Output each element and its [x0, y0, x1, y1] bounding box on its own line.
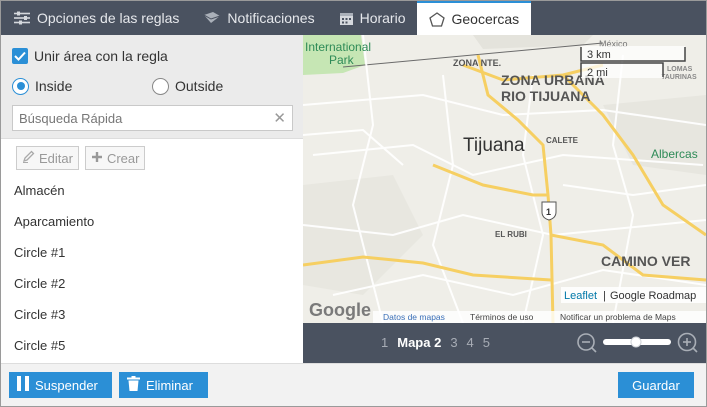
outside-option[interactable]: Outside [152, 77, 292, 95]
list-item-label: Circle #5 [14, 338, 66, 353]
page-5[interactable]: 5 [483, 335, 490, 350]
suspend-label: Suspender [35, 377, 98, 393]
map-label-zona-nte: ZONA NTE. [453, 58, 501, 68]
tab-geofences[interactable]: Geocercas [417, 1, 532, 35]
map-nav-bar: 1 Mapa 2 3 4 5 [303, 323, 706, 363]
zoom-in-icon[interactable] [677, 332, 698, 353]
page-2-current[interactable]: Mapa 2 [397, 335, 441, 350]
svg-text:Park: Park [329, 53, 355, 67]
suspend-button[interactable]: Suspender [9, 372, 112, 398]
join-area-checkbox[interactable] [12, 48, 28, 64]
list-item[interactable]: Circle #5 [1, 330, 303, 361]
list-item-label: Circle #3 [14, 307, 66, 322]
list-item[interactable]: Circle #2 [1, 268, 303, 299]
tab-label: Opciones de las reglas [37, 10, 180, 26]
terms-link[interactable]: Términos de uso [470, 312, 534, 322]
page-4[interactable]: 4 [467, 335, 474, 350]
quick-search-input[interactable] [19, 110, 274, 126]
join-area-label: Unir área con la regla [34, 48, 168, 64]
tab-label: Notificaciones [227, 10, 315, 26]
pause-icon [17, 376, 29, 394]
create-button[interactable]: Crear [84, 146, 146, 170]
map-label-rio-tijuana: RIO TIJUANA [501, 88, 590, 104]
zoom-control [575, 331, 703, 355]
list-item-label: Circle #1 [14, 245, 66, 260]
footer-bar: Suspender Eliminar Guardar [1, 363, 706, 406]
inside-label: Inside [35, 78, 73, 94]
map-pagination: 1 Mapa 2 3 4 5 [381, 335, 490, 350]
edit-label: Editar [39, 150, 73, 166]
report-problem-link[interactable]: Notificar un problema de Maps [560, 312, 676, 322]
tab-label: Horario [359, 10, 406, 26]
map-label-tijuana: Tijuana [463, 135, 525, 156]
google-roadmap-label: Google Roadmap [610, 290, 696, 302]
list-item[interactable]: Circle #3 [1, 299, 303, 330]
route-shield-icon: 1 [541, 201, 557, 221]
map-canvas[interactable]: International Park ZONA NTE. ZONA URBANA… [303, 35, 706, 323]
list-item-label: Circle #2 [14, 276, 66, 291]
mode-radio-group: Inside Outside [12, 71, 292, 101]
tab-rule-options[interactable]: Opciones de las reglas [1, 1, 191, 35]
edit-button[interactable]: Editar [16, 146, 79, 170]
geofence-toolbar: Editar Crear [1, 139, 303, 175]
save-label: Guardar [632, 377, 680, 393]
tab-label: Geocercas [451, 11, 520, 27]
plus-icon [91, 151, 103, 166]
pencil-icon [22, 150, 35, 166]
create-label: Crear [106, 150, 140, 166]
outside-radio[interactable] [152, 77, 169, 95]
tab-schedule[interactable]: Horario [327, 1, 418, 35]
geofence-list: Almacén Aparcamiento Circle #1 Circle #2… [1, 175, 303, 361]
list-item-label: Aparcamiento [14, 214, 95, 229]
trash-icon [127, 376, 140, 394]
page-1[interactable]: 1 [381, 335, 388, 350]
list-item[interactable]: Aparcamiento [1, 206, 303, 237]
page-3[interactable]: 3 [450, 335, 457, 350]
pentagon-icon [429, 11, 446, 27]
svg-text:1: 1 [546, 207, 551, 217]
google-logo: Google [309, 300, 371, 320]
geofence-panel: Unir área con la regla Inside Outside ✕ [1, 35, 303, 363]
list-item[interactable]: Circle #1 [1, 237, 303, 268]
tab-bar: Opciones de las reglas Notificaciones Ho… [1, 1, 706, 35]
sliders-icon [13, 11, 31, 25]
save-button[interactable]: Guardar [618, 372, 694, 398]
geofence-options: Unir área con la regla Inside Outside ✕ [1, 35, 303, 139]
delete-label: Eliminar [146, 377, 193, 393]
leaflet-link[interactable]: Leaflet [564, 290, 597, 302]
calendar-icon [339, 11, 354, 26]
check-icon [14, 51, 26, 61]
attribution-separator: | [603, 290, 606, 302]
map-view[interactable]: International Park ZONA NTE. ZONA URBANA… [303, 35, 706, 323]
delete-button[interactable]: Eliminar [119, 372, 208, 398]
zoom-slider[interactable] [603, 336, 671, 348]
map-label-calete: CALETE [546, 136, 579, 145]
zoom-out-icon[interactable] [577, 333, 597, 353]
list-item[interactable]: Almacén [1, 175, 303, 206]
clear-search-icon[interactable]: ✕ [273, 109, 286, 127]
outside-label: Outside [175, 78, 224, 94]
map-label-taurinas: TAURINAS [661, 74, 697, 81]
map-data-link[interactable]: Datos de mapas [383, 312, 445, 322]
map-label-park: International [305, 40, 371, 54]
map-label-el-rubi: EL RUBI [495, 230, 527, 239]
envelope-icon [203, 11, 221, 25]
list-item-label: Almacén [14, 183, 65, 198]
map-label-camino-ver: CAMINO VER [601, 253, 690, 269]
scale-km: 3 km [587, 49, 611, 61]
map-label-lomas: LOMAS [667, 66, 693, 73]
quick-search: ✕ [12, 105, 293, 131]
join-area-option[interactable]: Unir área con la regla [12, 43, 292, 69]
tab-notifications[interactable]: Notificaciones [191, 1, 326, 35]
scale-mi: 2 mi [587, 67, 608, 79]
inside-option[interactable]: Inside [12, 77, 152, 95]
rule-editor-window: Opciones de las reglas Notificaciones Ho… [0, 0, 707, 407]
map-label-albercas: Albercas [651, 147, 698, 161]
inside-radio[interactable] [12, 77, 29, 95]
